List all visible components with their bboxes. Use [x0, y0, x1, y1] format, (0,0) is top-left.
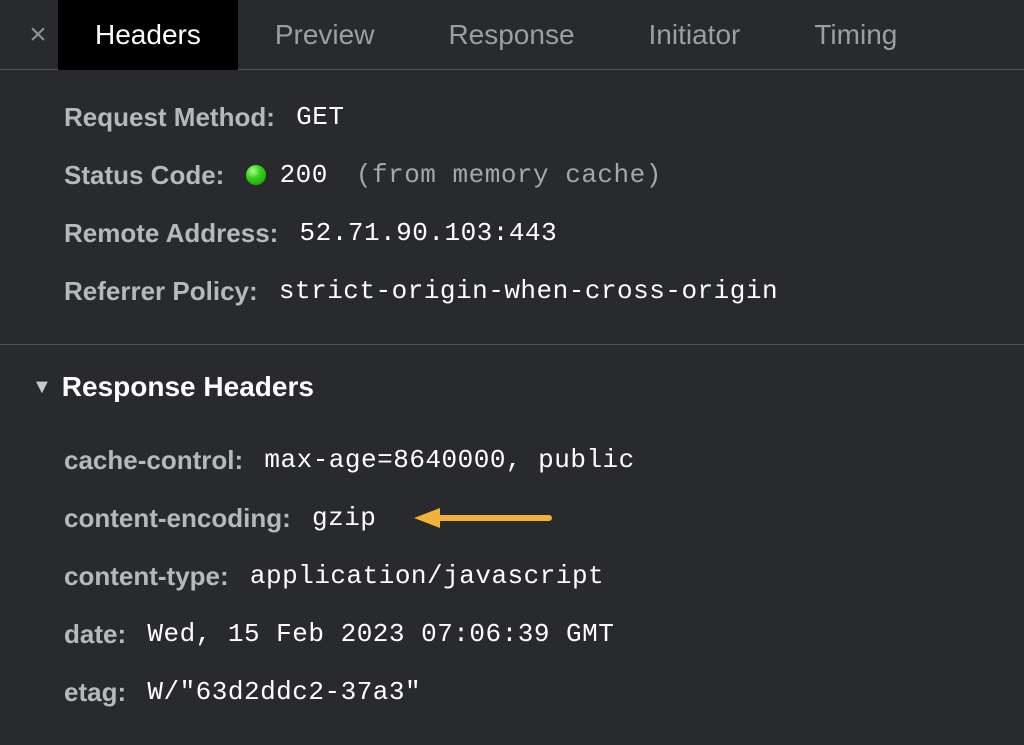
- response-headers-section: ▼ Response Headers cache-control: max-ag…: [0, 345, 1024, 745]
- general-headers-section: Request Method: GET Status Code: 200 (fr…: [0, 70, 1024, 345]
- content-encoding-value: gzip: [312, 501, 376, 535]
- content-type-row: content-type: application/javascript: [64, 547, 992, 605]
- tab-bar: × Headers Preview Response Initiator Tim…: [0, 0, 1024, 70]
- spacer: [275, 100, 282, 134]
- request-method-value: GET: [296, 100, 344, 134]
- annotation-arrow-icon: [414, 506, 554, 530]
- request-method-label: Request Method:: [64, 100, 275, 134]
- tab-timing[interactable]: Timing: [777, 0, 934, 70]
- referrer-policy-row: Referrer Policy: strict-origin-when-cros…: [64, 262, 992, 320]
- status-code-row: Status Code: 200 (from memory cache): [64, 146, 992, 204]
- response-headers-list: cache-control: max-age=8640000, public c…: [32, 409, 992, 721]
- remote-address-value: 52.71.90.103:443: [300, 216, 558, 250]
- tab-preview[interactable]: Preview: [238, 0, 412, 70]
- status-code-label: Status Code:: [64, 158, 224, 192]
- response-headers-title: Response Headers: [62, 371, 314, 403]
- spacer: [278, 216, 285, 250]
- date-label: date:: [64, 617, 126, 651]
- chevron-down-icon: ▼: [32, 376, 52, 399]
- tab-headers[interactable]: Headers: [58, 0, 238, 70]
- remote-address-row: Remote Address: 52.71.90.103:443: [64, 204, 992, 262]
- close-icon[interactable]: ×: [18, 18, 58, 52]
- content-encoding-label: content-encoding:: [64, 501, 291, 535]
- status-ok-icon: [246, 165, 266, 185]
- tab-response[interactable]: Response: [411, 0, 611, 70]
- cache-control-value: max-age=8640000, public: [264, 443, 634, 477]
- content-type-label: content-type:: [64, 559, 229, 593]
- referrer-policy-label: Referrer Policy:: [64, 274, 258, 308]
- spacer: [291, 501, 298, 535]
- cache-control-row: cache-control: max-age=8640000, public: [64, 431, 992, 489]
- etag-label: etag:: [64, 675, 126, 709]
- tab-initiator[interactable]: Initiator: [612, 0, 778, 70]
- spacer: [258, 274, 265, 308]
- content-encoding-row: content-encoding: gzip: [64, 489, 992, 547]
- response-headers-title-row[interactable]: ▼ Response Headers: [32, 363, 992, 409]
- referrer-policy-value: strict-origin-when-cross-origin: [279, 274, 778, 308]
- request-method-row: Request Method: GET: [64, 88, 992, 146]
- status-code-value: 200: [280, 158, 328, 192]
- date-row: date: Wed, 15 Feb 2023 07:06:39 GMT: [64, 605, 992, 663]
- status-code-note: (from memory cache): [356, 158, 662, 192]
- date-value: Wed, 15 Feb 2023 07:06:39 GMT: [147, 617, 614, 651]
- spacer: [126, 617, 133, 651]
- etag-row: etag: W/"63d2ddc2-37a3": [64, 663, 992, 721]
- cache-control-label: cache-control:: [64, 443, 243, 477]
- spacer: [126, 675, 133, 709]
- etag-value: W/"63d2ddc2-37a3": [147, 675, 421, 709]
- remote-address-label: Remote Address:: [64, 216, 278, 250]
- spacer: [229, 559, 236, 593]
- spacer: [224, 158, 231, 192]
- content-type-value: application/javascript: [250, 559, 604, 593]
- spacer: [243, 443, 250, 477]
